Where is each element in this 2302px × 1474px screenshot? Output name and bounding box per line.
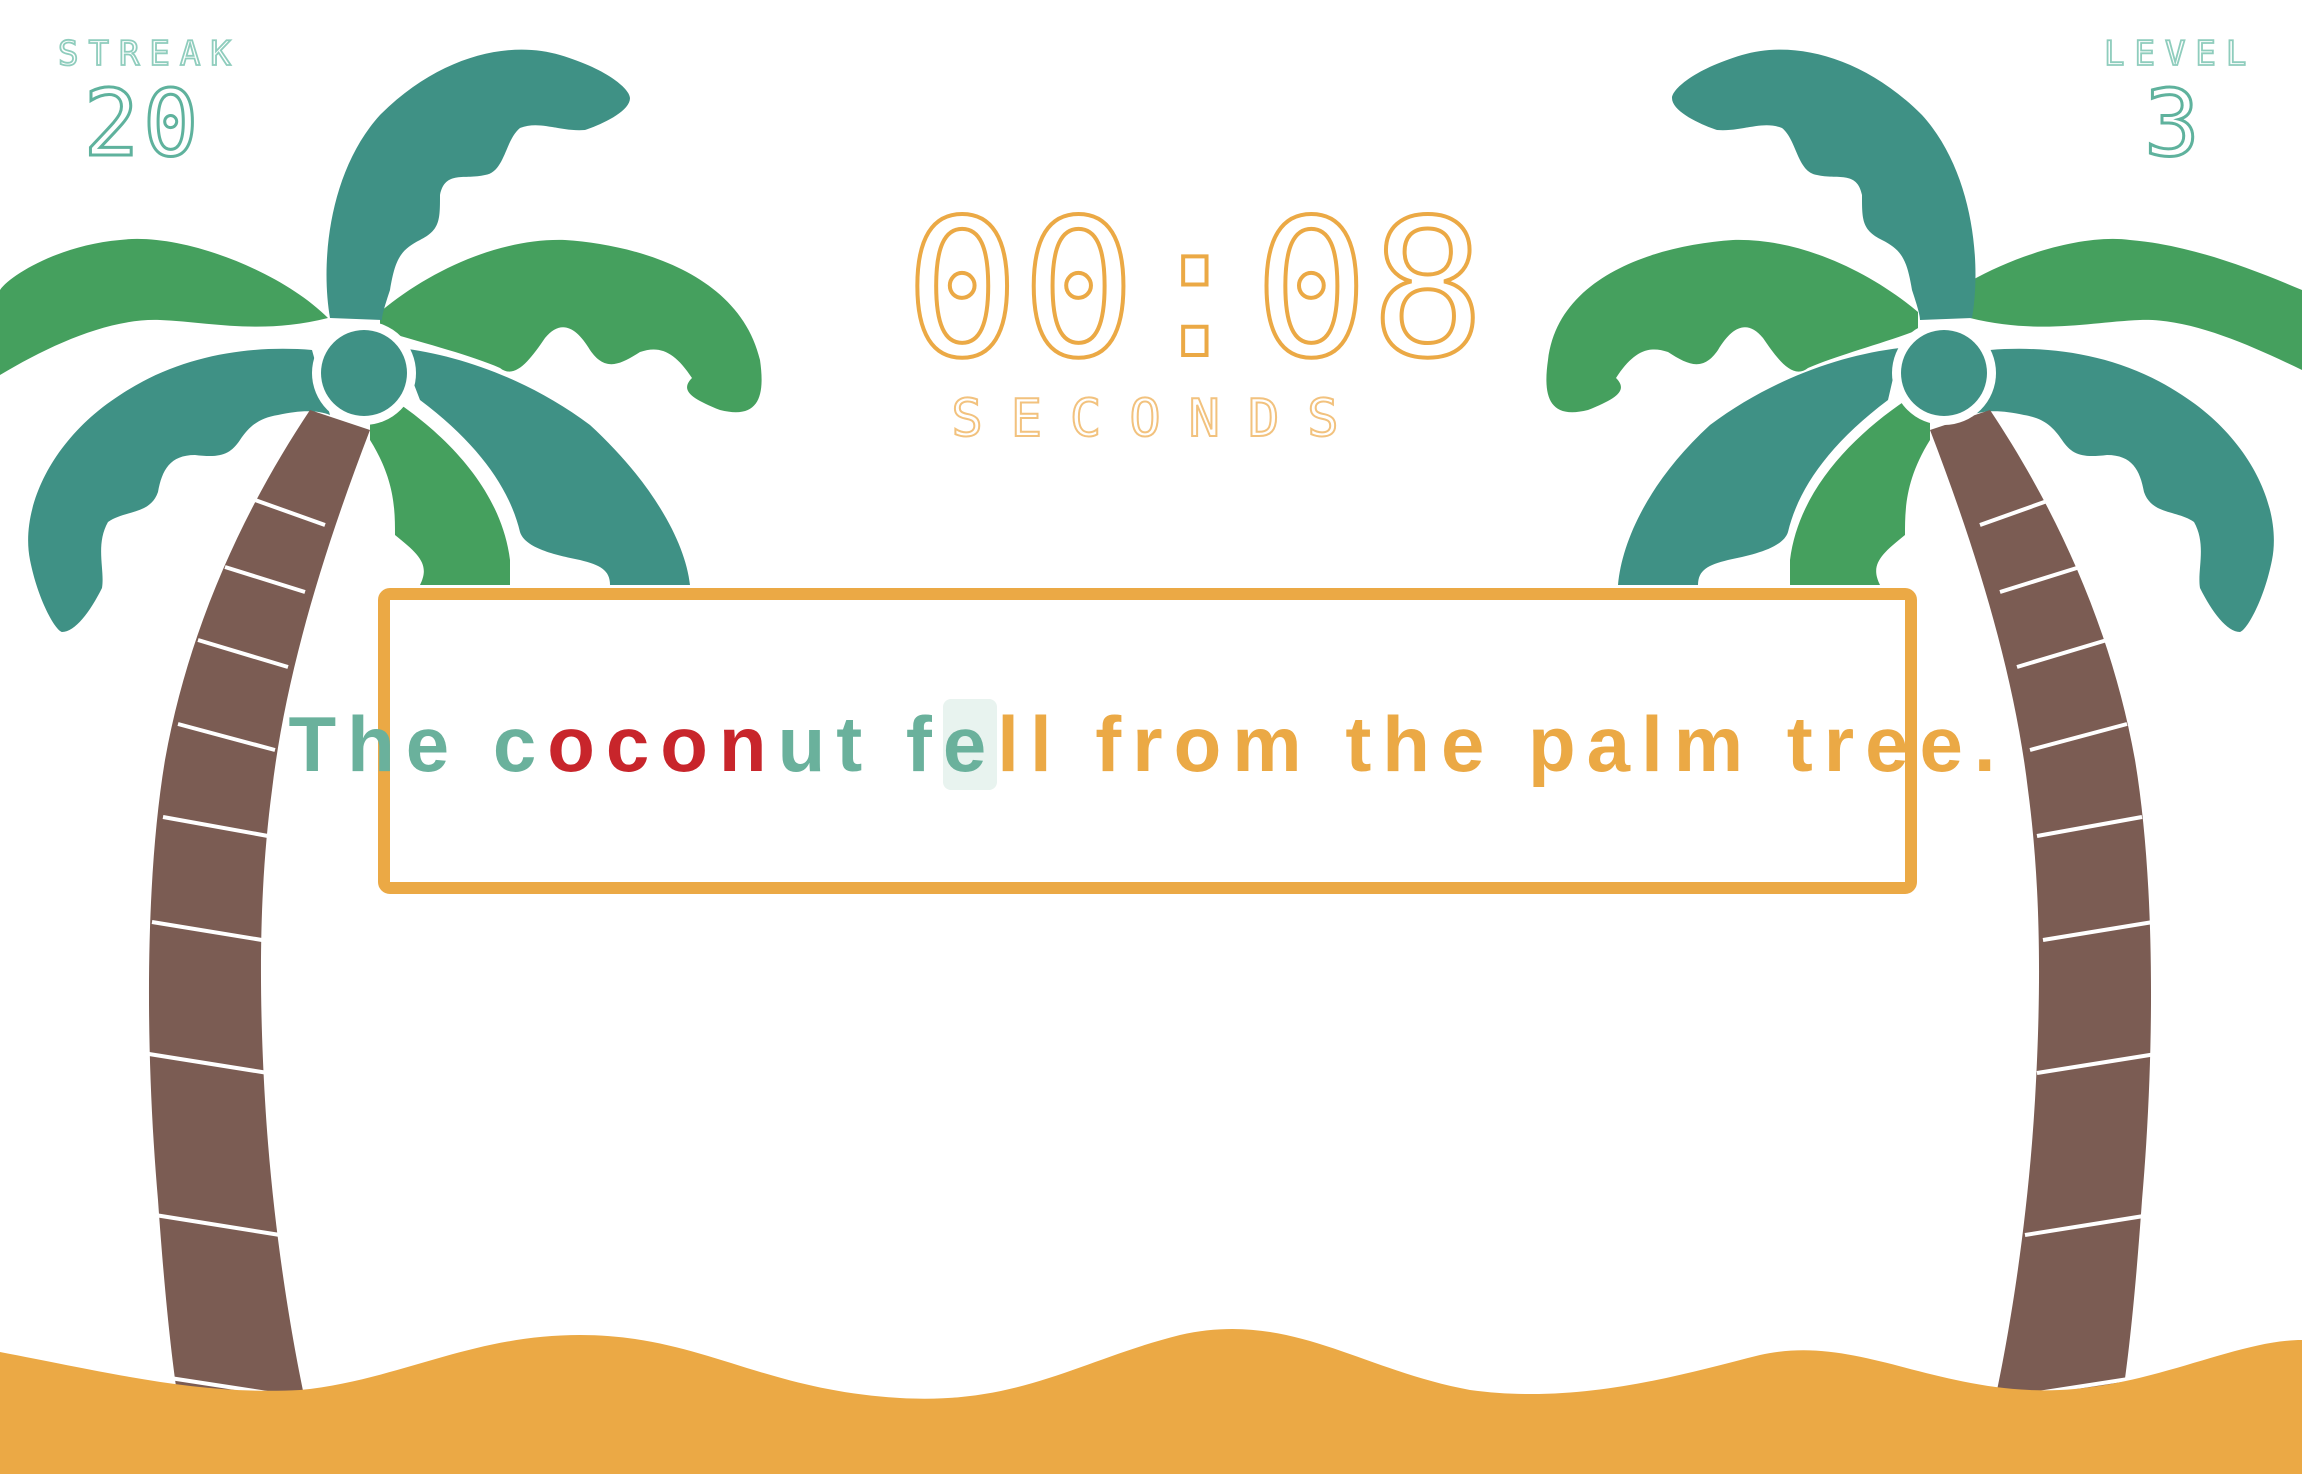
mistyped-char: o [547, 699, 606, 788]
pending-char [1313, 699, 1346, 790]
typed-char [873, 699, 906, 790]
pending-char [1063, 699, 1096, 790]
pending-char: e [1865, 699, 1920, 788]
level-counter: LEVEL 3 [2103, 33, 2257, 177]
pending-char: e [1919, 699, 1974, 788]
pending-char: t [1345, 699, 1383, 788]
streak-label: STREAK [57, 33, 241, 75]
typed-char: t [836, 699, 874, 788]
pending-char: r [1132, 699, 1174, 788]
timer-unit-label: SECONDS [950, 388, 1367, 450]
typed-char: h [347, 699, 406, 788]
pending-char: l [1641, 699, 1674, 788]
pending-char: m [1673, 699, 1755, 788]
pending-char: h [1382, 699, 1441, 788]
typed-char: e [405, 699, 461, 788]
pending-char: l [1029, 699, 1063, 788]
typed-char: u [777, 699, 837, 788]
pending-char: r [1823, 699, 1866, 788]
mistyped-char: c [605, 699, 661, 788]
typed-char: c [492, 699, 548, 788]
level-label: LEVEL [2103, 33, 2257, 75]
mistyped-char: o [660, 699, 719, 788]
pending-char: l [997, 699, 1030, 788]
typing-sentence: The coconut fell from the palm tree. [288, 698, 2007, 790]
pending-char [1754, 699, 1787, 790]
typing-cursor-char: e [942, 698, 998, 790]
pending-char: t [1786, 699, 1824, 788]
pending-char: e [1440, 699, 1496, 788]
pending-char [1495, 699, 1528, 790]
pending-char: a [1586, 699, 1642, 788]
typed-char [460, 699, 493, 790]
pending-char: o [1173, 699, 1233, 788]
level-value: 3 [2143, 70, 2204, 177]
pending-char: . [1973, 699, 2007, 788]
typed-char: f [905, 699, 943, 788]
sand-dunes-icon [0, 1329, 2302, 1474]
pending-char: m [1232, 699, 1313, 788]
typed-char: T [288, 699, 348, 788]
pending-char: p [1528, 699, 1587, 788]
streak-counter: STREAK 20 [57, 33, 241, 177]
mistyped-char: n [718, 699, 778, 788]
streak-value: 20 [82, 70, 203, 177]
countdown-timer: 00:08 SECONDS [903, 179, 1487, 451]
timer-display: 00:08 [903, 179, 1487, 400]
typing-prompt-box[interactable]: The coconut fell from the palm tree. [288, 588, 1996, 894]
pending-char: f [1095, 699, 1133, 788]
